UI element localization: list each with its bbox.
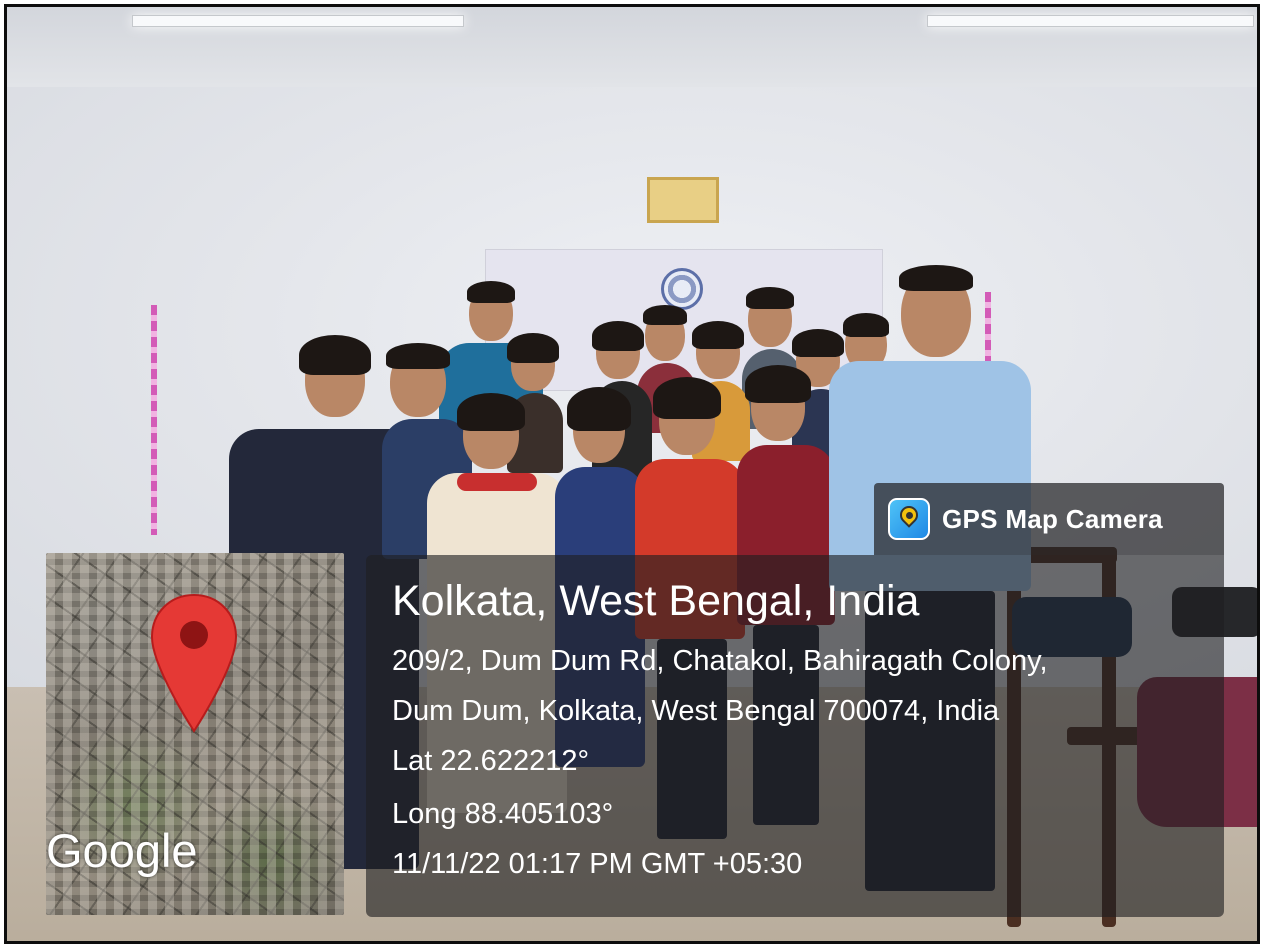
map-pin-icon bbox=[150, 593, 238, 733]
ceiling-light bbox=[927, 15, 1254, 27]
google-logo: Google bbox=[46, 824, 198, 877]
location-title: Kolkata, West Bengal, India bbox=[392, 577, 920, 625]
map-thumbnail: Google bbox=[46, 553, 344, 915]
address-line-1: 209/2, Dum Dum Rd, Chatakol, Bahiragath … bbox=[392, 645, 1048, 677]
banner-logo-icon bbox=[661, 268, 703, 310]
app-name: GPS Map Camera bbox=[942, 503, 1163, 534]
gps-app-badge: GPS Map Camera bbox=[874, 483, 1224, 555]
gps-map-camera-icon bbox=[888, 498, 930, 540]
address-line-2: Dum Dum, Kolkata, West Bengal 700074, In… bbox=[392, 695, 1000, 727]
ceiling-light bbox=[132, 15, 464, 27]
decoration-ribbon bbox=[151, 305, 157, 535]
latitude: Lat 22.622212° bbox=[392, 745, 590, 777]
wall-plaque bbox=[647, 177, 719, 223]
decoration-ribbon bbox=[985, 292, 991, 372]
longitude: Long 88.405103° bbox=[392, 798, 614, 830]
location-info-panel: Kolkata, West Bengal, India 209/2, Dum D… bbox=[366, 555, 1224, 917]
timestamp: 11/11/22 01:17 PM GMT +05:30 bbox=[392, 848, 803, 880]
